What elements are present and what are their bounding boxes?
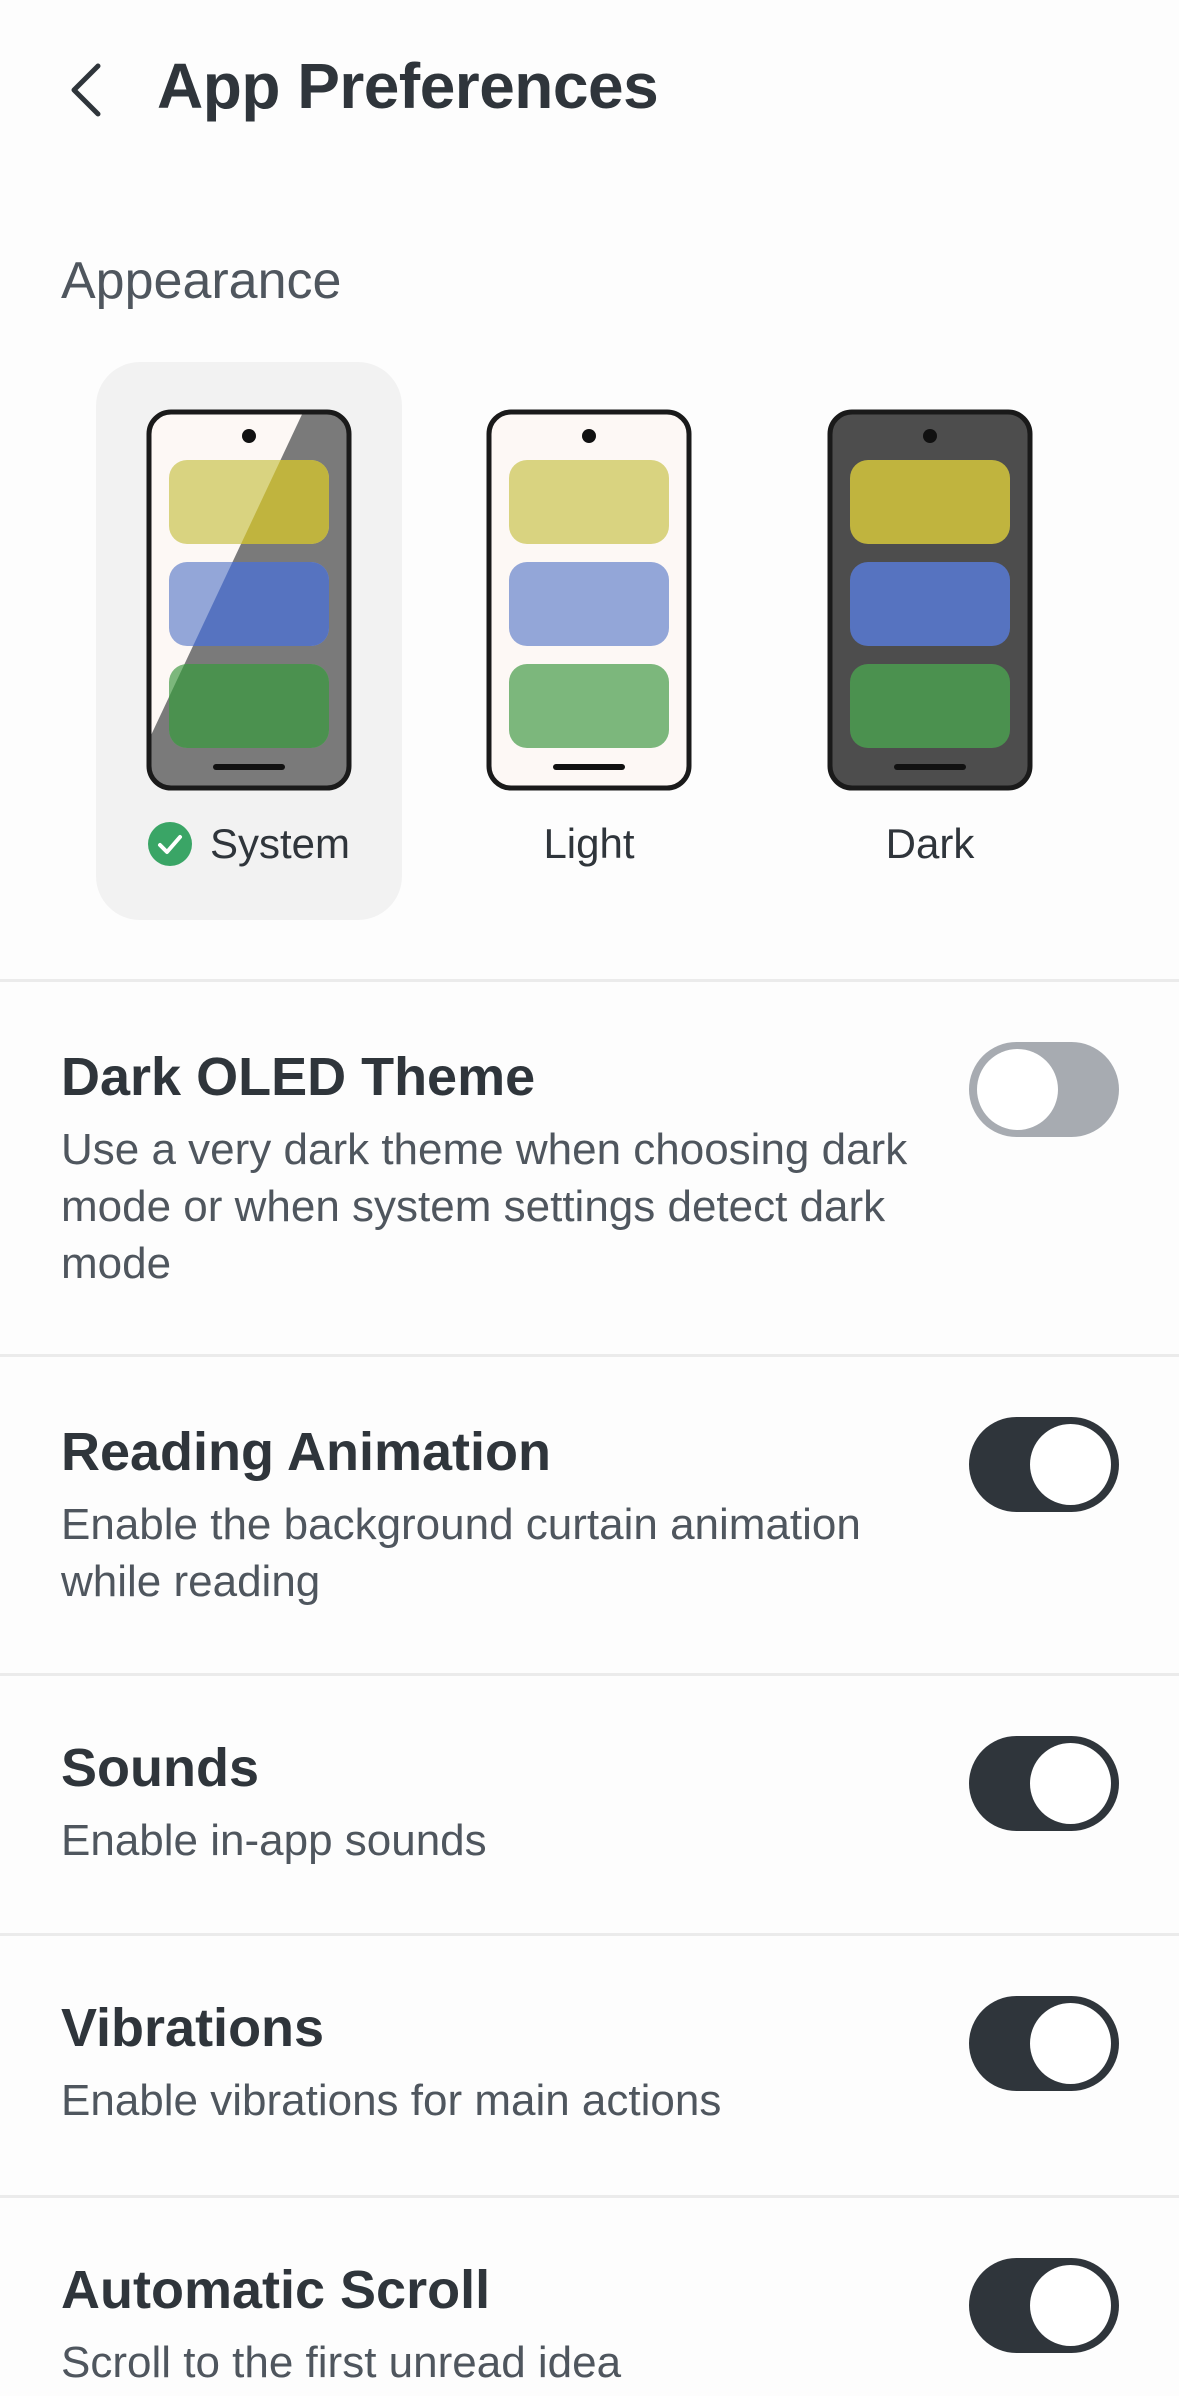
setting-title: Sounds [61,1738,259,1798]
light-theme-preview-icon [486,409,692,791]
theme-option-light[interactable]: Light [436,362,742,920]
setting-description: Enable the background curtain animation … [61,1500,861,1606]
theme-label-text: System [209,820,351,867]
check-circle-icon [147,822,192,866]
automatic-scroll-toggle[interactable] [969,2258,1119,2353]
appearance-section-title: Appearance [61,252,342,310]
theme-label-system: System [96,812,402,876]
toggle-knob [977,1049,1058,1130]
setting-title: Vibrations [61,1998,325,2058]
setting-title: Reading Animation [61,1422,552,1482]
setting-row-sounds: Sounds Enable in-app sounds [0,1676,1179,1933]
dark-theme-preview-icon [827,409,1033,791]
sounds-toggle[interactable] [969,1736,1119,1831]
reading-animation-toggle[interactable] [969,1417,1119,1512]
app-header: App Preferences [0,0,1179,175]
setting-description: Enable vibrations for main actions [61,2076,722,2125]
theme-label-dark: Dark [885,820,975,867]
setting-row-automatic-scroll: Automatic Scroll Scroll to the first unr… [0,2198,1179,2396]
setting-row-vibrations: Vibrations Enable vibrations for main ac… [0,1936,1179,2195]
setting-description: Enable in-app sounds [61,1816,487,1865]
setting-description: Use a very dark theme when choosing dark… [61,1125,908,1288]
dark-oled-toggle[interactable] [969,1042,1119,1137]
toggle-knob [1030,2003,1111,2084]
theme-picker: System Light Dark [0,362,1179,920]
setting-row-reading-animation: Reading Animation Enable the background … [0,1357,1179,1673]
setting-title: Automatic Scroll [61,2260,491,2320]
toggle-knob [1030,1743,1111,1824]
toggle-knob [1030,1424,1111,1505]
system-theme-preview-icon [146,409,352,791]
page-title: App Preferences [157,50,659,122]
back-button[interactable] [46,50,126,130]
setting-row-dark-oled: Dark OLED Theme Use a very dark theme wh… [0,982,1179,1354]
chevron-left-icon [71,63,101,117]
vibrations-toggle[interactable] [969,1996,1119,2091]
setting-description: Scroll to the first unread idea [61,2338,622,2387]
theme-label-light: Light [543,820,635,867]
toggle-knob [1030,2265,1111,2346]
theme-option-system[interactable]: System [96,362,402,920]
theme-option-dark[interactable]: Dark [777,362,1083,920]
setting-title: Dark OLED Theme [61,1047,536,1107]
